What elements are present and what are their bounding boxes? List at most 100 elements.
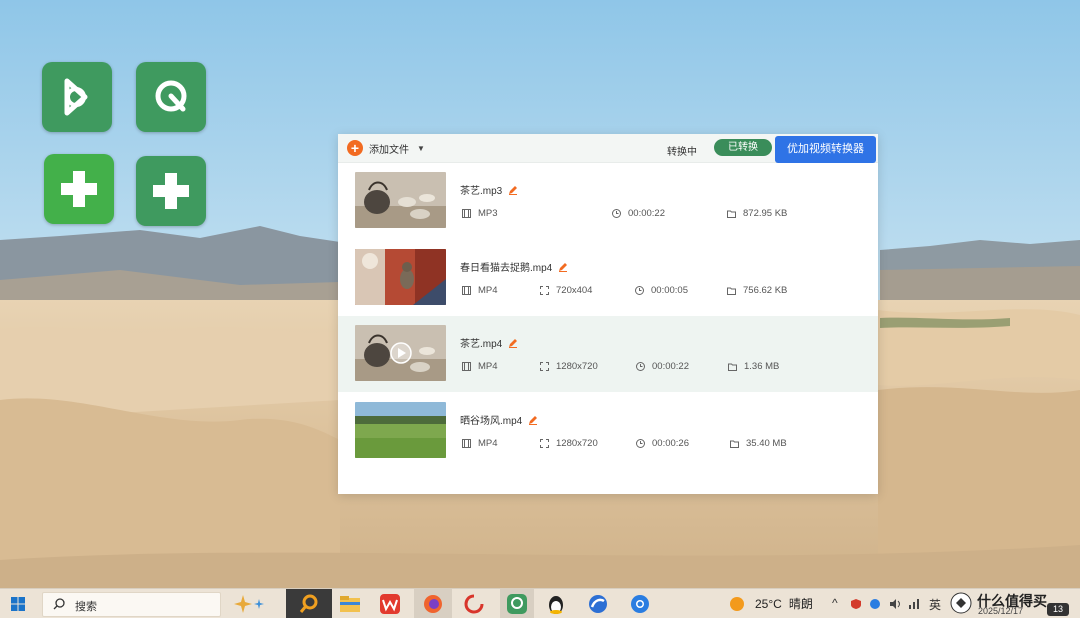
edit-pencil-icon[interactable] (558, 262, 568, 272)
desktop-shortcut-converter-icon[interactable] (136, 156, 206, 226)
taskbar-search-app-button[interactable] (286, 589, 332, 618)
add-file-button[interactable]: + 添加文件 ▼ (347, 140, 425, 156)
ime-indicator[interactable]: 英 (929, 596, 941, 613)
weather-description: 晴朗 (788, 597, 813, 611)
watermark-logo-icon (950, 592, 972, 614)
folder-icon (730, 440, 739, 448)
chevron-down-icon[interactable]: ▼ (417, 144, 425, 153)
file-row[interactable]: 晒谷场风.mp4 MP4 1280x720 00:00:26 35.40 MB (338, 393, 878, 469)
clock-icon (635, 286, 644, 295)
file-format: MP3 (462, 208, 498, 219)
film-icon (462, 362, 471, 371)
file-format-text: MP4 (478, 285, 498, 296)
player-logo-icon (64, 78, 88, 116)
file-duration: 00:00:22 (612, 208, 665, 219)
chrome-like-icon[interactable] (629, 593, 651, 615)
file-duration: 00:00:05 (635, 285, 688, 296)
thumbnail-cat-image (355, 249, 446, 305)
file-name: 春日看猫去捉鹅.mp4 (460, 259, 568, 274)
file-size-text: 872.95 KB (743, 208, 788, 219)
file-resolution-text: 720x404 (556, 285, 593, 296)
file-duration: 00:00:26 (636, 438, 689, 449)
film-icon (462, 286, 471, 295)
file-format: MP4 (462, 285, 498, 296)
file-row[interactable]: 茶艺.mp3 MP3 00:00:22 872.95 KB (338, 163, 878, 239)
expand-icon (540, 286, 549, 295)
sun-icon (730, 596, 744, 611)
notification-badge[interactable]: 13 (1047, 603, 1069, 616)
plus-icon: + (347, 140, 363, 156)
file-name-text: 茶艺.mp4 (460, 339, 503, 350)
file-name: 茶艺.mp3 (460, 182, 518, 197)
security-shield-icon[interactable] (850, 598, 862, 610)
network-icon[interactable] (908, 598, 920, 610)
chevron-up-icon[interactable]: ^ (832, 596, 838, 610)
file-name-text: 茶艺.mp3 (460, 186, 503, 197)
clock-icon (612, 209, 621, 218)
film-icon (462, 209, 471, 218)
tab-converting[interactable]: 转换中 (667, 143, 697, 158)
browser-icon[interactable] (587, 593, 609, 615)
file-row[interactable]: 茶艺.mp4 MP4 1280x720 00:00:22 1.36 MB (338, 316, 878, 392)
file-size: 872.95 KB (727, 208, 787, 219)
taskbar-firefox-button[interactable] (414, 589, 452, 618)
tab-converted[interactable]: 已转换 (714, 139, 772, 156)
file-format-text: MP4 (478, 438, 498, 449)
medical-cross-icon (61, 171, 97, 207)
edit-pencil-icon[interactable] (508, 185, 518, 195)
qq-penguin-icon[interactable] (545, 593, 567, 615)
date-text[interactable]: 2025/12/17 (978, 606, 1023, 616)
file-explorer-icon[interactable] (339, 593, 361, 615)
film-icon (462, 439, 471, 448)
wps-office-icon[interactable] (379, 593, 401, 615)
file-name-text: 晒谷场风.mp4 (460, 416, 523, 427)
red-app-icon[interactable] (463, 593, 485, 615)
thumbnail-teapot-image (355, 172, 446, 228)
file-name-text: 春日看猫去捉鹅.mp4 (460, 263, 553, 274)
desktop-shortcut-repair-icon[interactable] (44, 154, 114, 224)
clock-icon (636, 439, 645, 448)
file-duration-text: 00:00:26 (652, 438, 689, 449)
file-size: 35.40 MB (730, 438, 787, 449)
file-row[interactable]: 春日看猫去捉鹅.mp4 MP4 720x404 00:00:05 756.62 … (338, 240, 878, 316)
weather-widget[interactable]: 25°C 晴朗 (729, 595, 813, 612)
taskbar: 搜索 25°C 晴朗 ^ 英 什么值得买 2025/12/17 13 (0, 588, 1080, 618)
clock-icon (636, 362, 645, 371)
file-format: MP4 (462, 438, 498, 449)
search-icon (53, 598, 65, 610)
file-size: 756.62 KB (727, 285, 787, 296)
file-size-text: 1.36 MB (744, 361, 780, 372)
copilot-sparkle-icon[interactable] (229, 593, 273, 615)
file-format-text: MP4 (478, 361, 498, 372)
video-converter-button[interactable]: 优加视频转换器 (775, 136, 876, 163)
edit-pencil-icon[interactable] (528, 415, 538, 425)
medical-cross-icon (153, 173, 189, 209)
file-format: MP4 (462, 361, 498, 372)
file-size-text: 35.40 MB (746, 438, 787, 449)
edit-pencil-icon[interactable] (508, 338, 518, 348)
play-icon[interactable] (390, 342, 412, 364)
folder-icon (728, 363, 737, 371)
file-format-text: MP3 (478, 208, 498, 219)
desktop-shortcut-player-icon[interactable] (42, 62, 112, 132)
taskbar-recorder-button[interactable] (500, 589, 534, 618)
recorder-logo-icon (155, 80, 187, 112)
firefox-icon (424, 595, 442, 613)
file-resolution: 1280x720 (540, 361, 598, 372)
converter-window: + 添加文件 ▼ 转换中 已转换 优加视频转换器 茶艺.mp3 MP3 00:0… (338, 134, 878, 494)
file-resolution: 1280x720 (540, 438, 598, 449)
windows-start-icon[interactable] (11, 597, 25, 611)
file-duration-text: 00:00:22 (652, 361, 689, 372)
desktop-shortcut-recorder-icon[interactable] (136, 62, 206, 132)
add-file-label: 添加文件 (369, 144, 409, 156)
file-resolution: 720x404 (540, 285, 592, 296)
thumbnail-field-image (355, 402, 446, 458)
taskbar-search-box[interactable]: 搜索 (42, 592, 221, 617)
file-size-text: 756.62 KB (743, 285, 788, 296)
browser-tray-icon[interactable] (869, 598, 881, 610)
file-duration-text: 00:00:22 (628, 208, 665, 219)
magnifier-icon (299, 594, 318, 613)
search-placeholder: 搜索 (75, 601, 97, 613)
file-name: 晒谷场风.mp4 (460, 412, 538, 427)
volume-icon[interactable] (889, 598, 901, 610)
